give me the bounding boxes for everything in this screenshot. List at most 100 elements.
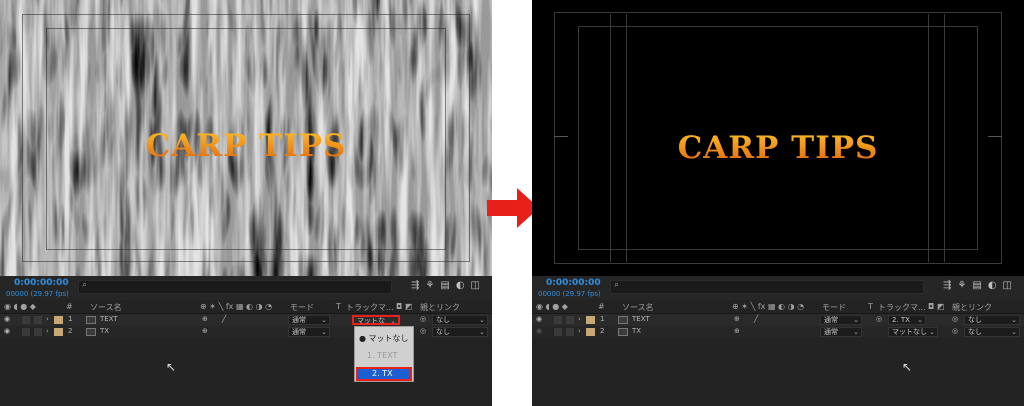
layer-type-icon <box>86 316 96 324</box>
expand-chevron-icon[interactable]: › <box>46 327 49 335</box>
eye-icon[interactable]: ◉ <box>536 315 542 323</box>
col-source-name[interactable]: ソース名 <box>90 302 122 313</box>
timeline-toolbar-icons[interactable]: ⇶⚘▤◐◫ <box>411 280 486 291</box>
search-icon: ⌕ <box>82 280 88 290</box>
solo-switch[interactable] <box>554 328 562 336</box>
track-matte-menu[interactable]: ● マットなし 1. TEXT 2. TX <box>354 326 414 382</box>
matte-pickwhip-icon[interactable]: ◎ <box>876 315 882 323</box>
layer-number: 1 <box>68 315 73 323</box>
matte-switch-icons: ◘ ◩ <box>396 302 413 311</box>
solo-switch[interactable] <box>22 316 30 324</box>
switch-icons: ⊕ ✶ ╲ fx ▦ ◐ ◑ ◔ <box>732 302 805 311</box>
switch-icons: ⊕ ✶ ╲ fx ▦ ◐ ◑ ◔ <box>200 302 273 311</box>
composition-viewer[interactable]: CARP TIPS <box>0 0 492 276</box>
shy-icon[interactable]: ⊕ <box>734 327 740 335</box>
layer-type-icon <box>618 328 628 336</box>
lock-switch[interactable] <box>566 316 574 324</box>
label-color[interactable] <box>54 328 63 336</box>
col-track-matte[interactable]: トラックマ... <box>346 302 394 313</box>
col-source-name[interactable]: ソース名 <box>622 302 654 313</box>
pickwhip-icon[interactable]: ◎ <box>420 315 426 323</box>
col-mode[interactable]: モード <box>822 302 846 313</box>
eye-icon[interactable]: ◉ <box>4 315 10 323</box>
parent-dropdown[interactable]: なし ⌄ <box>964 327 1020 337</box>
quality-icon[interactable]: ╱ <box>754 315 758 323</box>
solo-switch[interactable] <box>22 328 30 336</box>
timecode[interactable]: 0:00:00:00 <box>546 278 601 288</box>
layer-row[interactable]: ◉ › 1 TEXT ⊕ ╱ 通常 ⌄ ◎ 2. TX ⌄ ◎ なし ⌄ <box>532 314 1024 326</box>
col-t: T <box>336 302 341 311</box>
search-icon: ⌕ <box>614 280 620 290</box>
pickwhip-icon[interactable]: ◎ <box>420 327 426 335</box>
mouse-cursor-icon: ↖ <box>166 360 177 374</box>
parent-dropdown[interactable]: なし ⌄ <box>432 315 488 325</box>
parent-dropdown[interactable]: なし ⌄ <box>964 315 1020 325</box>
layer-name[interactable]: TEXT <box>100 315 118 323</box>
col-track-matte[interactable]: トラックマ... <box>878 302 926 313</box>
pickwhip-icon[interactable]: ◎ <box>952 315 958 323</box>
layer-name[interactable]: TX <box>632 327 641 335</box>
expand-chevron-icon[interactable]: › <box>578 315 581 323</box>
col-mode[interactable]: モード <box>290 302 314 313</box>
title-text: CARP TIPS <box>532 130 1024 166</box>
fps-readout: 00000 (29.97 fps) <box>538 290 601 298</box>
mode-dropdown[interactable]: 通常 ⌄ <box>820 327 862 337</box>
expand-chevron-icon[interactable]: › <box>578 327 581 335</box>
pickwhip-icon[interactable]: ◎ <box>952 327 958 335</box>
lock-switch[interactable] <box>34 328 42 336</box>
label-color[interactable] <box>586 328 595 336</box>
eye-icon[interactable]: ◉ <box>536 327 542 335</box>
timecode[interactable]: 0:00:00:00 <box>14 278 69 288</box>
menu-item-tx[interactable]: 2. TX <box>356 367 412 381</box>
shy-icon[interactable]: ⊕ <box>202 327 208 335</box>
switches-icons[interactable]: ◉ ◖ ● ◆ <box>536 302 568 311</box>
matte-switch-icons: ◘ ◩ <box>928 302 945 311</box>
col-parent-link[interactable]: 親とリンク <box>952 302 992 313</box>
col-hash: # <box>66 302 73 311</box>
timeline-toolbar-icons[interactable]: ⇶⚘▤◐◫ <box>943 280 1018 291</box>
track-matte-dropdown[interactable]: 2. TX ⌄ <box>888 315 926 325</box>
col-t: T <box>868 302 873 311</box>
layer-name[interactable]: TX <box>100 327 109 335</box>
menu-item-no-matte[interactable]: ● マットなし <box>359 333 409 344</box>
label-color[interactable] <box>586 316 595 324</box>
layer-type-icon <box>618 316 628 324</box>
lock-switch[interactable] <box>34 316 42 324</box>
search-input[interactable]: ⌕ <box>610 280 924 294</box>
layer-row[interactable]: ◉ › 2 TX ⊕ 通常 ⌄ マットなし ⌄ ◎ なし ⌄ <box>532 326 1024 338</box>
lock-switch[interactable] <box>566 328 574 336</box>
track-matte-dropdown[interactable]: マットなし ⌄ <box>888 327 938 337</box>
fps-readout: 00000 (29.97 fps) <box>6 290 69 298</box>
quality-icon[interactable]: ╱ <box>222 315 226 323</box>
timeline-header: 0:00:00:00 00000 (29.97 fps) ⌕ ⇶⚘▤◐◫ <box>0 276 492 300</box>
parent-dropdown[interactable]: なし ⌄ <box>432 327 488 337</box>
mode-dropdown[interactable]: 通常 ⌄ <box>288 315 330 325</box>
col-parent-link[interactable]: 親とリンク <box>420 302 460 313</box>
layer-number: 2 <box>68 327 73 335</box>
label-color[interactable] <box>54 316 63 324</box>
layer-number: 2 <box>600 327 605 335</box>
timeline-panel: 0:00:00:00 00000 (29.97 fps) ⌕ ⇶⚘▤◐◫ ◉ ◖… <box>532 276 1024 406</box>
mode-dropdown[interactable]: 通常 ⌄ <box>820 315 862 325</box>
layer-name[interactable]: TEXT <box>632 315 650 323</box>
column-header: ◉ ◖ ● ◆ # ソース名 ⊕ ✶ ╲ fx ▦ ◐ ◑ ◔ モード T トラ… <box>532 300 1024 314</box>
search-input[interactable]: ⌕ <box>78 280 392 294</box>
shy-icon[interactable]: ⊕ <box>202 315 208 323</box>
track-matte-dropdown[interactable]: マットな ⌄ <box>352 315 400 325</box>
eye-icon[interactable]: ◉ <box>4 327 10 335</box>
shy-icon[interactable]: ⊕ <box>734 315 740 323</box>
mouse-cursor-icon: ↖ <box>902 360 913 374</box>
expand-chevron-icon[interactable]: › <box>46 315 49 323</box>
composition-viewer[interactable]: CARP TIPS <box>532 0 1024 276</box>
timeline-header: 0:00:00:00 00000 (29.97 fps) ⌕ ⇶⚘▤◐◫ <box>532 276 1024 300</box>
layer-row[interactable]: ◉ › 2 TX ⊕ 通常 ⌄ ◎ なし ⌄ <box>0 326 492 338</box>
column-header: ◉ ◖ ● ◆ # ソース名 ⊕ ✶ ╲ fx ▦ ◐ ◑ ◔ モード T トラ… <box>0 300 492 314</box>
menu-item-text: 1. TEXT <box>367 351 398 360</box>
timeline-panel: 0:00:00:00 00000 (29.97 fps) ⌕ ⇶⚘▤◐◫ ◉ ◖… <box>0 276 492 406</box>
solo-switch[interactable] <box>554 316 562 324</box>
layer-row[interactable]: ◉ › 1 TEXT ⊕ ╱ 通常 ⌄ マットな ⌄ ◎ なし ⌄ <box>0 314 492 326</box>
right-panel: CARP TIPS 0:00:00:00 00000 (29.97 fps) ⌕… <box>532 0 1024 406</box>
switches-icons[interactable]: ◉ ◖ ● ◆ <box>4 302 36 311</box>
layer-number: 1 <box>600 315 605 323</box>
mode-dropdown[interactable]: 通常 ⌄ <box>288 327 330 337</box>
